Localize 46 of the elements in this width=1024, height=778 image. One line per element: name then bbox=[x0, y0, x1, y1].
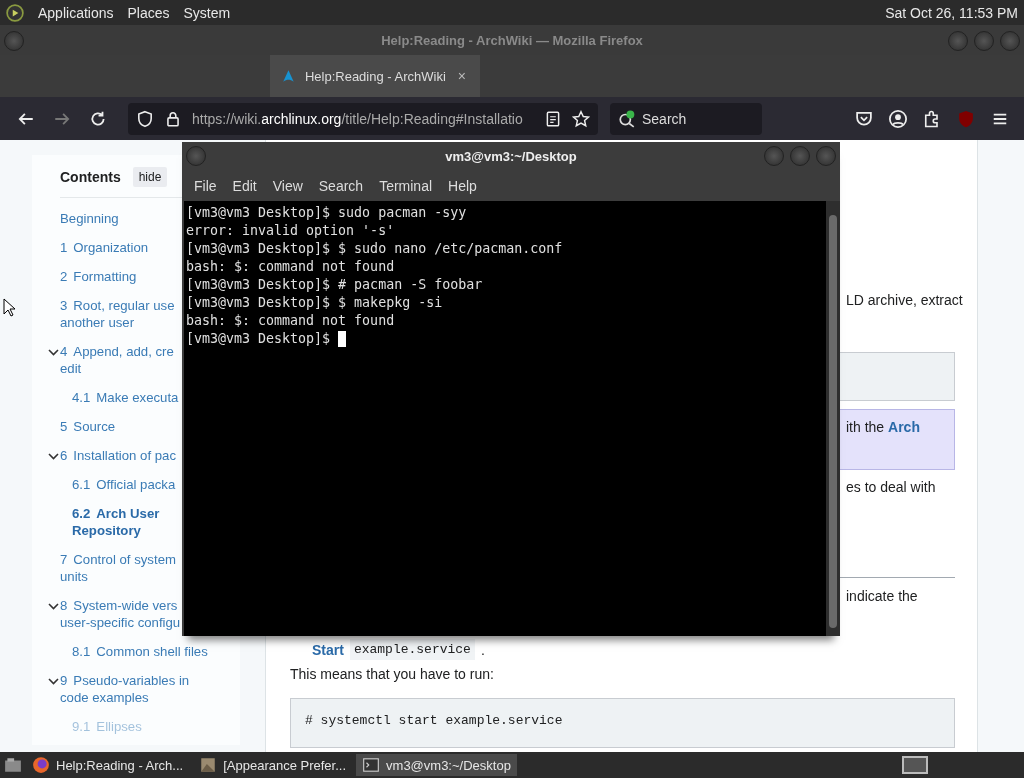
article-text: LD archive, extract bbox=[846, 292, 964, 309]
taskbar-item[interactable]: [Appearance Prefer... bbox=[193, 754, 353, 776]
menu-item[interactable]: Help bbox=[440, 177, 485, 194]
address-bar[interactable]: https://wiki.archlinux.org/title/Help:Reading#Installatio bbox=[128, 102, 598, 135]
taskbar-item[interactable]: Help:Reading - Arch... bbox=[26, 754, 190, 776]
search-field[interactable]: Search bbox=[610, 102, 762, 135]
menu-item[interactable]: Edit bbox=[224, 177, 265, 194]
menu-item[interactable]: File bbox=[186, 177, 225, 194]
panel-menu[interactable]: Applications bbox=[38, 4, 114, 21]
toc-link[interactable]: 4.1 Make executa bbox=[72, 389, 179, 406]
toc-link[interactable]: 2 Formatting bbox=[60, 268, 137, 285]
terminal-output: [vm3@vm3 Desktop]$ sudo pacman -syy error: invalid option '-s' [vm3@vm3 Desktop]$ $ sudo nano /etc/pacman.conf bash: $: command not found [vm3@vm3 Desktop]$ # pacman -S foobar [vm3@vm3 Desktop]$ $ makepkg -si bash: $: command not found [vm3@vm3 Desktop]$ bbox=[185, 204, 564, 349]
arch-link[interactable]: Arch bbox=[888, 419, 920, 435]
toc-link[interactable]: 8.1 Common shell files bbox=[72, 643, 208, 660]
contents-heading: Contents bbox=[60, 169, 121, 185]
toc-link[interactable]: 6.1 Official packa bbox=[72, 476, 176, 493]
hide-button[interactable]: hide bbox=[132, 167, 168, 187]
browser-tab[interactable]: Help:Reading - ArchWiki × bbox=[270, 55, 480, 97]
toc-link[interactable]: 6 Installation of pac bbox=[60, 447, 176, 464]
clock: Sat Oct 26, 11:53 PM bbox=[885, 4, 1018, 21]
toc-link[interactable]: 5 Source bbox=[60, 418, 116, 435]
inline-code: example.service bbox=[349, 639, 475, 660]
toc-link[interactable]: 8 System-wide vers user-specific configu bbox=[60, 597, 181, 631]
article-text: es to deal with bbox=[846, 479, 937, 496]
taskbar-item[interactable]: vm3@vm3:~/Desktop bbox=[356, 754, 517, 776]
window-title: Help:Reading - ArchWiki — Mozilla Firefox bbox=[381, 32, 643, 48]
menu-item[interactable]: Search bbox=[310, 177, 372, 194]
panel-menu[interactable]: Places bbox=[127, 4, 170, 21]
toc-link[interactable]: 3 Root, regular use another user bbox=[60, 297, 175, 331]
panel-menu[interactable]: System bbox=[183, 4, 231, 21]
toc-link[interactable]: 7 Control of system units bbox=[60, 551, 176, 585]
paragraph: This means that you have to run: bbox=[290, 666, 495, 682]
note-text: ith the Arch bbox=[846, 419, 920, 435]
tab-close-button[interactable]: × bbox=[455, 68, 468, 84]
menu-item[interactable]: View bbox=[264, 177, 311, 194]
period: . bbox=[480, 641, 485, 658]
start-link[interactable]: Start bbox=[312, 641, 344, 658]
toc-link[interactable]: 6.2 Arch User Repository bbox=[72, 505, 160, 539]
article-text: indicate the bbox=[846, 588, 919, 605]
code-block: # systemctl start example.service bbox=[290, 698, 955, 748]
toc-link[interactable]: Beginning bbox=[60, 210, 119, 227]
toc-link[interactable]: 1 Organization bbox=[60, 239, 149, 256]
window-title: vm3@vm3:~/Desktop bbox=[445, 148, 577, 164]
toc-link[interactable]: 4 Append, add, cre edit bbox=[60, 343, 174, 377]
toc-link[interactable]: 9 Pseudo-variables in code examples bbox=[60, 672, 190, 706]
menu-item[interactable]: Terminal bbox=[371, 177, 441, 194]
